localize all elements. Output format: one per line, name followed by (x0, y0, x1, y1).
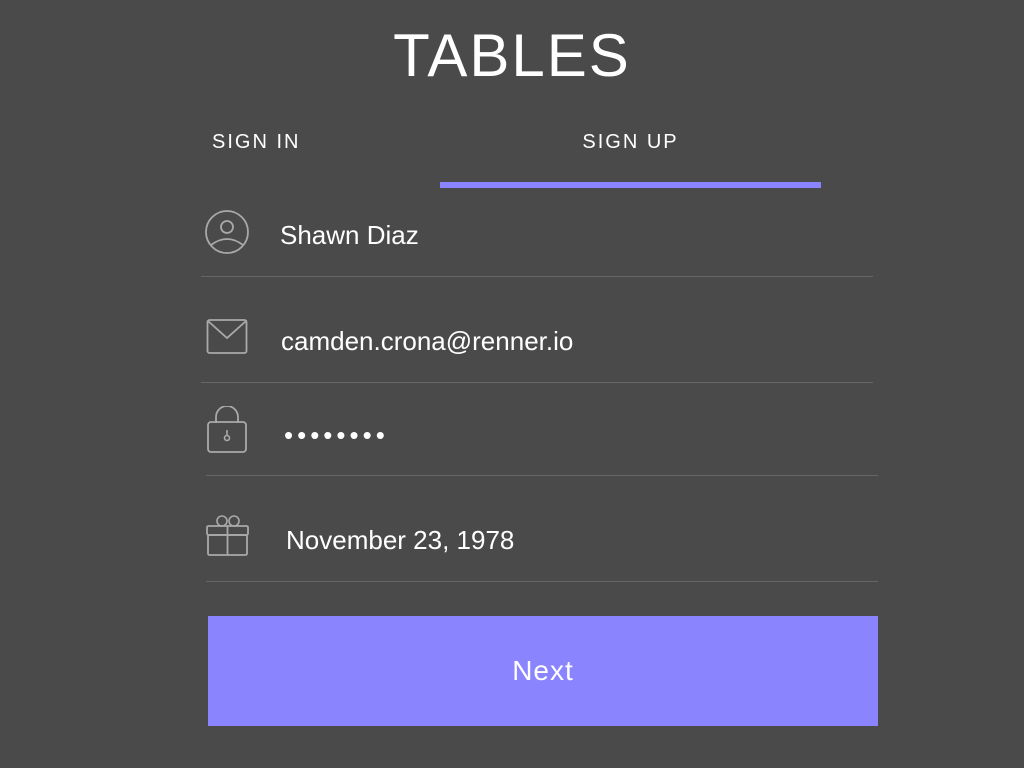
sign-up-screen: TABLES SIGN IN SIGN UP Shawn Diaz camden… (0, 0, 1024, 768)
gift-icon (206, 513, 256, 563)
name-divider (201, 276, 873, 277)
password-input[interactable]: •••••••• (284, 418, 389, 452)
birthday-input[interactable]: November 23, 1978 (286, 523, 514, 557)
password-divider (206, 475, 878, 476)
birthday-divider (206, 581, 878, 582)
lock-icon (206, 406, 256, 456)
email-divider (201, 382, 873, 383)
envelope-icon (206, 318, 256, 368)
next-button[interactable]: Next (208, 616, 878, 726)
tab-sign-up[interactable]: SIGN UP (440, 128, 821, 156)
tab-sign-in[interactable]: SIGN IN (212, 128, 300, 156)
active-tab-indicator (440, 182, 821, 188)
name-input[interactable] (280, 218, 860, 252)
email-input[interactable] (281, 324, 861, 358)
person-circle-icon (204, 208, 254, 258)
app-title: TABLES (393, 22, 631, 89)
